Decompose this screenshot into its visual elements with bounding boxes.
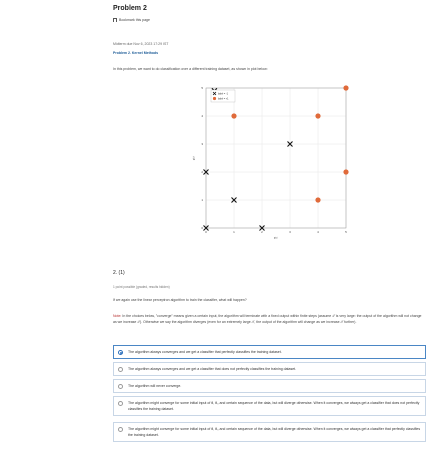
radio-button[interactable]	[118, 426, 123, 432]
bookmark-icon	[113, 18, 117, 22]
option-2[interactable]: The algorithm always converges and we ge…	[113, 362, 426, 376]
y-tick-label: 0	[201, 226, 203, 230]
y-tick-label: 1	[201, 198, 203, 202]
bookmark-label: Bookmark this page	[119, 18, 150, 22]
y-tick-label: 3	[201, 142, 203, 146]
x-tick-label: 0	[205, 230, 207, 234]
x-tick-label: 1	[233, 230, 235, 234]
x-tick-label: 3	[289, 230, 291, 234]
note-text: In the choices below, "converge" means g…	[113, 314, 422, 324]
intro-text: In this problem, we want to do classific…	[113, 67, 268, 71]
data-point-positive	[343, 169, 349, 175]
data-point-positive	[231, 113, 237, 119]
y-axis-label: x⁽²⁾	[192, 156, 196, 160]
radio-button[interactable]	[118, 400, 123, 406]
scatter-plot: 0 1 2 3 4 5 0 1 2 3 4 5 x⁽¹⁾ x⁽²⁾ label = -1 label = +1	[192, 85, 349, 240]
option-label: The algorithm always converges and we ge…	[128, 350, 282, 354]
y-tick-label: 5	[201, 86, 203, 90]
x-tick-label: 4	[317, 230, 319, 234]
question-prompt: If we again use the linear perceptron al…	[113, 298, 247, 302]
legend-label: label = +1	[218, 98, 229, 101]
x-axis-label: x⁽¹⁾	[274, 236, 278, 240]
y-tick-label: 2	[201, 170, 203, 174]
radio-button[interactable]	[118, 366, 123, 372]
option-3[interactable]: The algorithm will never converge.	[113, 379, 426, 393]
page-title: Problem 2	[113, 5, 147, 12]
data-point-positive	[315, 113, 321, 119]
x-tick-label: 5	[345, 230, 347, 234]
due-date: Midterm due Nov 6, 2023 17:29 IST	[113, 42, 169, 46]
y-tick-label: 4	[201, 114, 203, 118]
section-title: Problem 2. Kernel Methods	[113, 51, 159, 55]
x-tick-label: 2	[261, 230, 263, 234]
radio-button[interactable]	[118, 349, 123, 355]
plot-frame	[205, 87, 347, 229]
bookmark-button[interactable]: Bookmark this page	[113, 18, 150, 22]
data-point-positive	[315, 197, 321, 203]
option-label: The algorithm always converges and we ge…	[128, 367, 297, 371]
note-label: Note:	[113, 314, 122, 318]
option-label: The algorithm might converge for some in…	[128, 427, 421, 437]
option-label: The algorithm might converge for some in…	[128, 401, 420, 411]
option-4[interactable]: The algorithm might converge for some in…	[113, 396, 426, 416]
option-label: The algorithm will never converge.	[128, 384, 182, 388]
question-number: 2. (1)	[113, 270, 125, 276]
option-1[interactable]: The algorithm always converges and we ge…	[113, 345, 426, 359]
radio-button[interactable]	[118, 383, 123, 389]
data-point-positive	[343, 85, 349, 91]
points-info: 1 point possible (graded, results hidden…	[113, 285, 170, 289]
legend-label: label = -1	[218, 93, 229, 96]
legend-marker	[212, 96, 217, 101]
note: Note: In the choices below, "converge" m…	[113, 313, 423, 325]
option-5[interactable]: The algorithm might converge for some in…	[113, 422, 426, 442]
